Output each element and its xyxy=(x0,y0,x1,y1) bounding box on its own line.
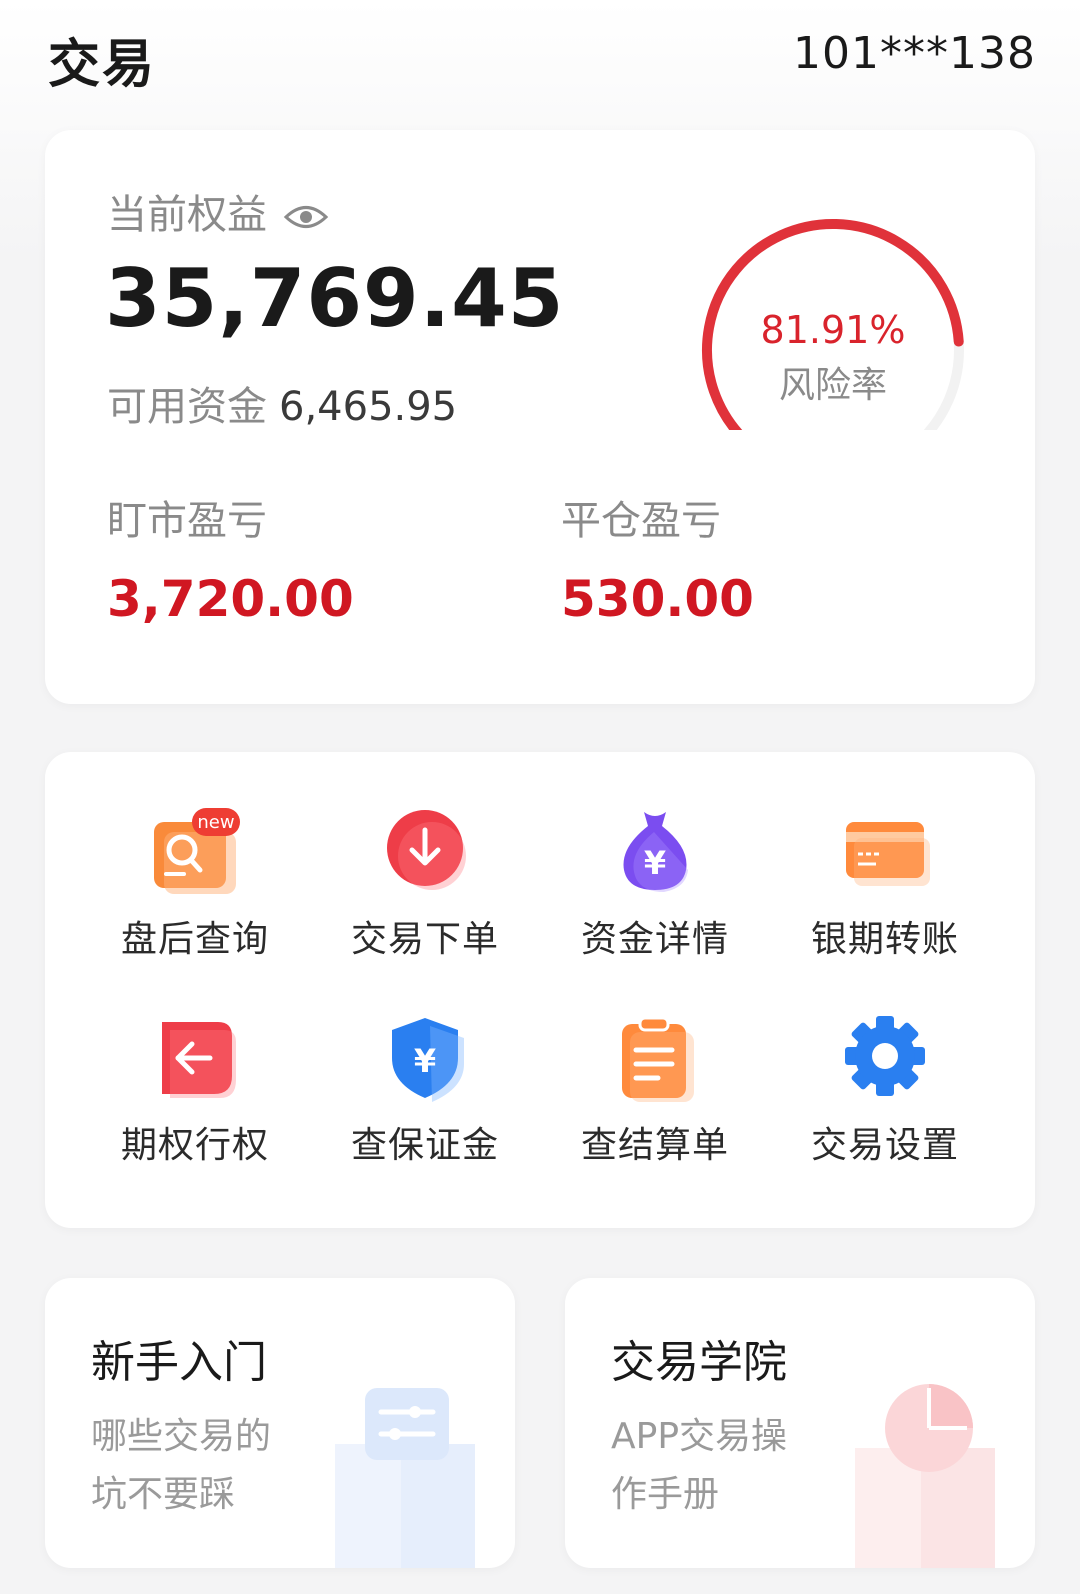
menu-item-after-hours-query[interactable]: new 盘后查询 xyxy=(85,808,305,978)
equity-card: 当前权益 35,769.45 可用资金 6,465.95 81.91% 风险率 盯… xyxy=(45,130,1035,704)
close-pl-label: 平仓盈亏 xyxy=(561,498,721,544)
menu-item-bank-transfer[interactable]: 银期转账 xyxy=(775,808,995,978)
pie-chart-icon xyxy=(855,1368,1015,1568)
function-menu: new 盘后查询 交易下单 ¥ 资金详情 银期转账 期权行权 ¥ 查保证金 查结… xyxy=(45,752,1035,1228)
mark-to-market-value: 3,720.00 xyxy=(107,570,354,628)
menu-item-option-exercise[interactable]: 期权行权 xyxy=(85,1014,305,1184)
menu-label: 交易设置 xyxy=(810,1125,959,1166)
svg-text:¥: ¥ xyxy=(644,844,666,882)
available-funds: 可用资金 6,465.95 xyxy=(107,374,457,432)
gear-icon xyxy=(840,1014,930,1104)
risk-gauge[interactable]: 81.91% 风险率 xyxy=(683,210,983,445)
equity-label-row: 当前权益 xyxy=(107,182,329,240)
equity-label: 当前权益 xyxy=(107,192,267,238)
back-arrow-icon xyxy=(150,1014,240,1104)
new-badge: new xyxy=(197,812,234,833)
sliders-icon xyxy=(335,1368,495,1568)
risk-rate-value: 81.91% xyxy=(760,308,906,352)
trading-academy-card[interactable]: 交易学院 APP交易操 作手册 xyxy=(565,1278,1035,1568)
risk-rate-label: 风险率 xyxy=(778,365,887,406)
promo-subtitle: APP交易操 作手册 xyxy=(611,1416,788,1515)
menu-label: 查保证金 xyxy=(350,1125,499,1166)
menu-label: 银期转账 xyxy=(810,919,959,960)
equity-value: 35,769.45 xyxy=(105,252,565,345)
promo-title: 交易学院 xyxy=(611,1337,787,1388)
menu-label: 交易下单 xyxy=(350,919,499,960)
promo-title: 新手入门 xyxy=(91,1337,267,1388)
menu-item-fund-details[interactable]: ¥ 资金详情 xyxy=(545,808,765,978)
search-doc-icon: new xyxy=(150,808,240,898)
available-funds-value: 6,465.95 xyxy=(279,384,458,430)
menu-label: 期权行权 xyxy=(120,1125,269,1166)
money-bag-icon: ¥ xyxy=(610,808,700,898)
menu-label: 盘后查询 xyxy=(120,919,269,960)
shield-yen-icon: ¥ xyxy=(380,1014,470,1104)
menu-label: 查结算单 xyxy=(580,1125,729,1166)
menu-item-place-order[interactable]: 交易下单 xyxy=(315,808,535,978)
download-arrow-icon xyxy=(380,808,470,898)
available-funds-label: 可用资金 xyxy=(107,384,267,430)
mark-to-market-label: 盯市盈亏 xyxy=(107,498,267,544)
promo-subtitle: 哪些交易的 坑不要踩 xyxy=(91,1416,272,1515)
beginner-guide-card[interactable]: 新手入门 哪些交易的 坑不要踩 xyxy=(45,1278,515,1568)
page-title: 交易 xyxy=(48,35,157,95)
menu-item-trade-settings[interactable]: 交易设置 xyxy=(775,1014,995,1184)
clipboard-icon xyxy=(610,1014,700,1104)
account-number[interactable]: 101***138 xyxy=(793,28,1036,79)
menu-label: 资金详情 xyxy=(580,919,729,960)
menu-item-margin-query[interactable]: ¥ 查保证金 xyxy=(315,1014,535,1184)
trade-page: 交易 101***138 当前权益 35,769.45 可用资金 6,465.95… xyxy=(0,0,1080,1594)
eye-icon[interactable] xyxy=(283,196,329,228)
close-pl-value: 530.00 xyxy=(561,570,754,628)
menu-item-settlement-statement[interactable]: 查结算单 xyxy=(545,1014,765,1184)
svg-text:¥: ¥ xyxy=(414,1042,436,1080)
top-header: 交易 101***138 xyxy=(0,0,1080,120)
bank-card-icon xyxy=(840,808,930,898)
